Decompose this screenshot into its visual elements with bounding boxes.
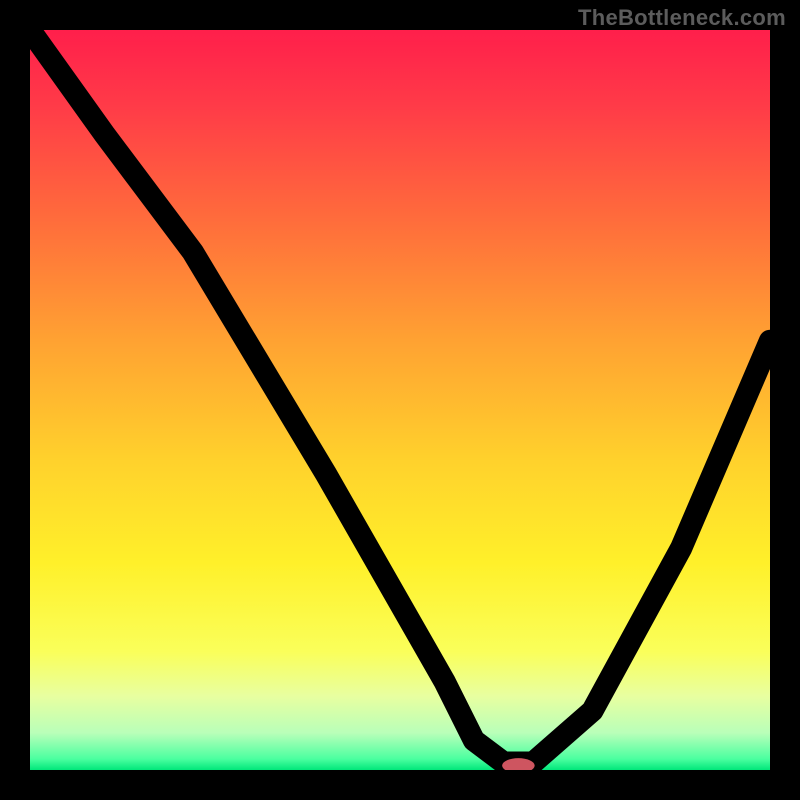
watermark-text: TheBottleneck.com bbox=[578, 5, 786, 31]
plot-area bbox=[30, 30, 770, 770]
chart-svg bbox=[30, 30, 770, 770]
chart-frame: TheBottleneck.com bbox=[0, 0, 800, 800]
gradient-rect bbox=[30, 30, 770, 770]
